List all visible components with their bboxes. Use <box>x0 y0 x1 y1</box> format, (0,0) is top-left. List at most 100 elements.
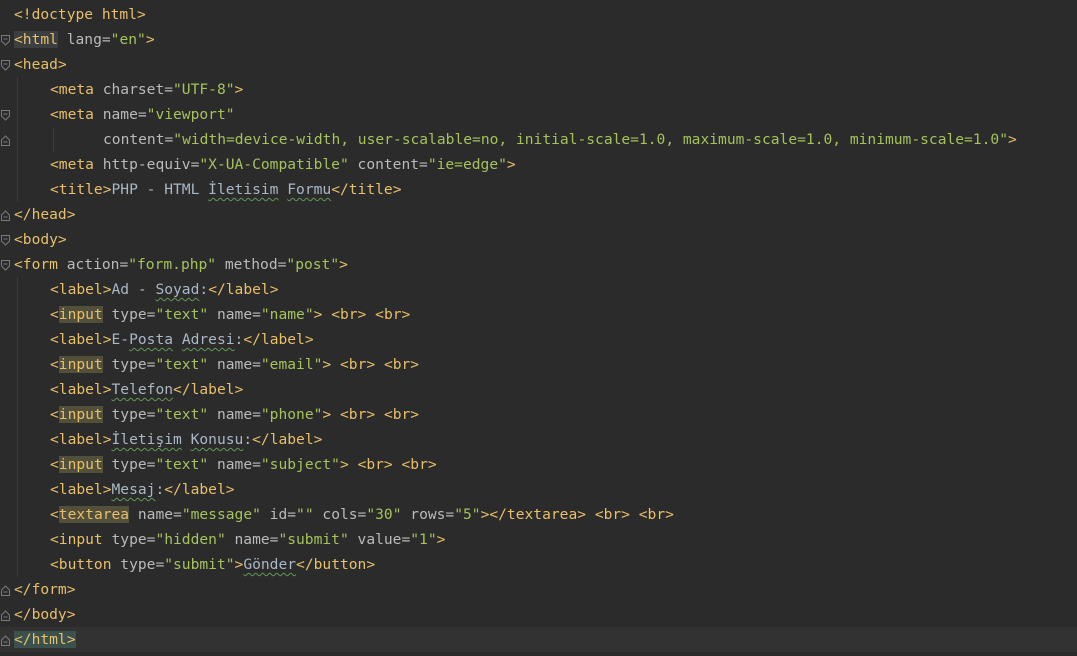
tag-bracket: > <box>322 406 332 423</box>
spellcheck-word: Gönder <box>243 556 297 573</box>
code-line[interactable]: <button type="submit">Gönder</button> <box>0 552 1077 577</box>
code-line[interactable]: <meta name="viewport" <box>0 102 1077 127</box>
code-line[interactable]: <head> <box>0 52 1077 77</box>
spellcheck-word: Formu <box>287 181 332 198</box>
line-content: <!doctype html> <box>14 2 146 27</box>
attribute-name: name= <box>208 456 261 473</box>
attribute-value: "ie=edge" <box>427 156 507 173</box>
tag-bracket: > <box>234 81 244 98</box>
fold-open-icon[interactable] <box>1 260 10 271</box>
label-close-tag: </label> <box>208 281 279 298</box>
attribute-name: value= <box>348 531 411 548</box>
text-content <box>366 306 375 323</box>
text-content: : <box>199 281 209 298</box>
label-close-tag: </label> <box>173 381 244 398</box>
tag-bracket: > <box>339 256 348 273</box>
attribute-value: "width=device-width, user-scalable=no, i… <box>173 131 1008 148</box>
code-line[interactable]: <form action="form.php" method="post"> <box>0 252 1077 277</box>
code-line[interactable]: <html lang="en"> <box>0 27 1077 52</box>
current-code-line[interactable]: </html> <box>0 627 1077 652</box>
attribute-name: cols= <box>313 506 367 523</box>
fold-open-icon[interactable] <box>1 235 10 246</box>
code-line[interactable]: <label>Telefon</label> <box>0 377 1077 402</box>
tag-bracket: < <box>50 306 59 323</box>
text-content: Ad - <box>111 281 156 298</box>
fold-open-icon[interactable] <box>1 35 10 46</box>
attribute-name: charset= <box>93 81 174 98</box>
fold-close-icon[interactable] <box>1 635 10 646</box>
meta-tag: <meta <box>50 106 94 123</box>
fold-open-icon[interactable] <box>1 110 10 121</box>
attribute-name: content= <box>103 131 174 148</box>
attribute-value: "" <box>296 506 314 523</box>
code-line[interactable]: <input type="hidden" name="submit" value… <box>0 527 1077 552</box>
meta-tag: <meta <box>50 156 94 173</box>
attribute-name: type= <box>102 456 156 473</box>
button-close-tag: </button> <box>296 556 376 573</box>
code-line[interactable]: <input type="text" name="subject"> <br> … <box>0 452 1077 477</box>
attribute-value: "submit" <box>164 556 235 573</box>
code-line[interactable]: <label>E-Posta Adresi:</label> <box>0 327 1077 352</box>
code-line[interactable]: <label>İletişim Konusu:</label> <box>0 427 1077 452</box>
tag-bracket: > <box>145 31 155 48</box>
code-line[interactable]: <label>Mesaj:</label> <box>0 477 1077 502</box>
tag-bracket: > <box>506 156 516 173</box>
code-line[interactable]: <!doctype html> <box>0 2 1077 27</box>
attribute-value: "subject" <box>260 456 340 473</box>
text-content: PHP - HTML <box>111 181 209 198</box>
attribute-value: "hidden" <box>155 531 226 548</box>
input-tag-name: input <box>58 406 103 423</box>
attribute-value: "viewport" <box>146 106 235 123</box>
spellcheck-word: Adresi <box>181 331 235 348</box>
code-line[interactable]: </form> <box>0 577 1077 602</box>
code-area[interactable]: <!doctype html> <html lang="en"> <head> … <box>0 2 1077 652</box>
code-line[interactable]: <textarea name="message" id="" cols="30"… <box>0 502 1077 527</box>
code-line[interactable]: <label>Ad - Soyad:</label> <box>0 277 1077 302</box>
text-content <box>331 356 340 373</box>
text-content <box>375 356 384 373</box>
attribute-value: "text" <box>155 456 209 473</box>
br-tag: <br> <box>594 506 630 523</box>
attribute-name: type= <box>102 356 156 373</box>
br-tag: <br> <box>331 306 367 323</box>
code-line[interactable]: <body> <box>0 227 1077 252</box>
code-line[interactable]: content="width=device-width, user-scalab… <box>0 127 1077 152</box>
fold-close-icon[interactable] <box>1 585 10 596</box>
spellcheck-word: Mesaj <box>111 481 156 498</box>
label-close-tag: </label> <box>164 481 235 498</box>
attribute-name: name= <box>129 506 182 523</box>
text-content <box>173 331 182 348</box>
attribute-value: "form.php" <box>128 256 217 273</box>
attribute-name: name= <box>208 306 261 323</box>
code-line[interactable]: </head> <box>0 202 1077 227</box>
input-tag-name: input <box>58 456 103 473</box>
br-tag: <br> <box>340 356 376 373</box>
attribute-value: "phone" <box>260 406 323 423</box>
tag-bracket: > <box>339 456 349 473</box>
attribute-value: "submit" <box>278 531 349 548</box>
attribute-value: "X-UA-Compatible" <box>199 156 349 173</box>
tag-bracket: < <box>50 406 59 423</box>
code-line[interactable]: </body> <box>0 602 1077 627</box>
line-content: <head> <box>14 52 67 77</box>
text-content <box>393 456 402 473</box>
code-line[interactable]: <input type="text" name="name"> <br> <br… <box>0 302 1077 327</box>
fold-close-icon[interactable] <box>1 610 10 621</box>
input-tag-name: input <box>58 356 103 373</box>
br-tag: <br> <box>383 356 420 373</box>
label-open-tag: <label> <box>50 381 112 398</box>
code-line[interactable]: <meta http-equiv="X-UA-Compatible" conte… <box>0 152 1077 177</box>
line-content: <label>Ad - Soyad:</label> <box>14 277 278 302</box>
tag-bracket: > <box>322 356 332 373</box>
fold-close-icon[interactable] <box>1 210 10 221</box>
spellcheck-word: İletisim <box>208 181 279 198</box>
code-line[interactable]: <meta charset="UTF-8"> <box>0 77 1077 102</box>
text-content <box>375 406 384 423</box>
code-editor[interactable]: <!doctype html> <html lang="en"> <head> … <box>0 0 1077 656</box>
label-open-tag: <label> <box>50 431 112 448</box>
code-line[interactable]: <input type="text" name="email"> <br> <b… <box>0 352 1077 377</box>
fold-close-icon[interactable] <box>1 135 10 146</box>
fold-open-icon[interactable] <box>1 60 10 71</box>
code-line[interactable]: <input type="text" name="phone"> <br> <b… <box>0 402 1077 427</box>
code-line[interactable]: <title>PHP - HTML İletisim Formu</title> <box>0 177 1077 202</box>
